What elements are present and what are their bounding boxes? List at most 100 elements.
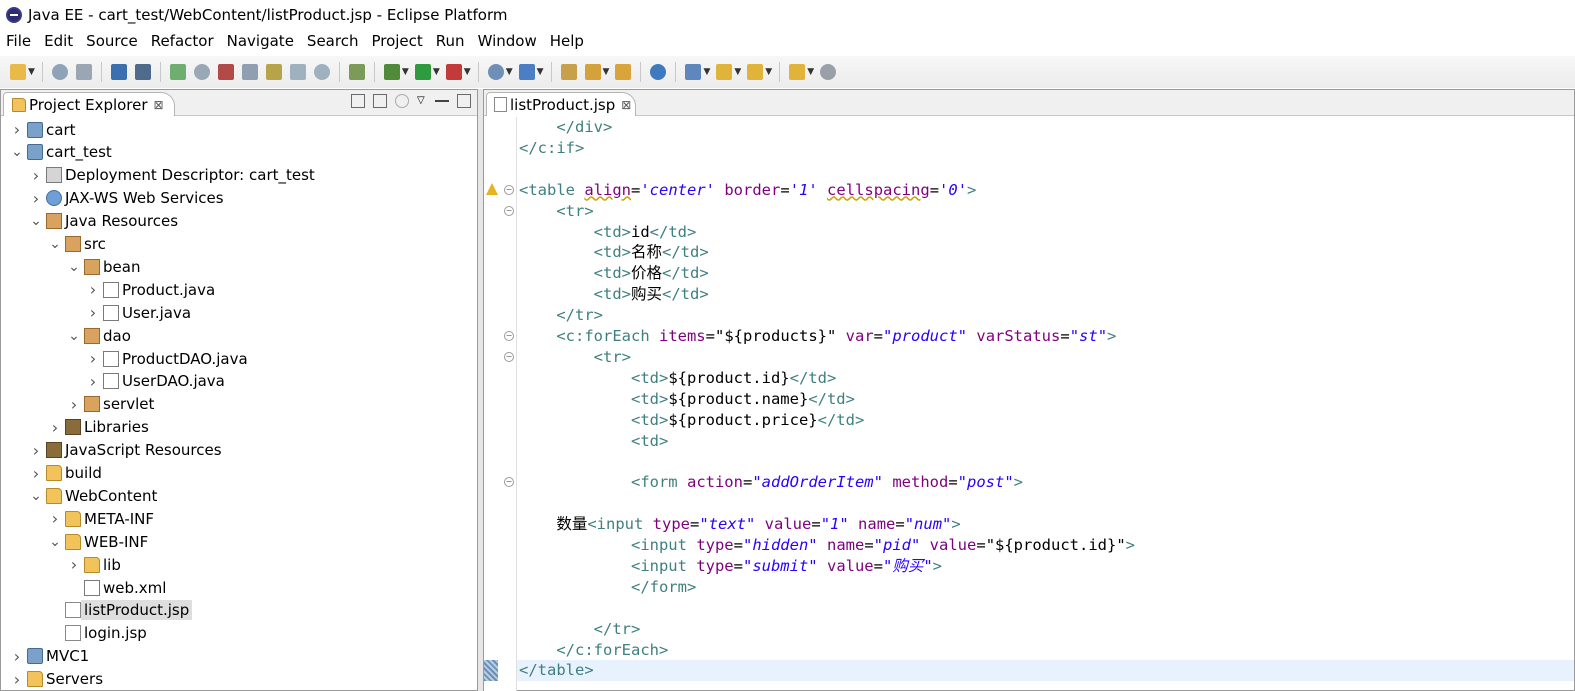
chevron-right-icon[interactable]: ›	[28, 166, 44, 185]
disconnect-icon[interactable]	[241, 64, 258, 80]
tree-item[interactable]: ⌄ bean	[66, 255, 140, 278]
code-line[interactable]: <td>${product.price}</td>	[517, 410, 1574, 431]
chevron-right-icon[interactable]: ›	[9, 120, 25, 139]
tree-item[interactable]: › UserDAO.java	[85, 370, 225, 393]
dropdown-arrow-icon[interactable]: ▼	[537, 67, 544, 77]
code-line[interactable]: </tr>	[517, 305, 1574, 326]
code-line[interactable]: <tr>	[517, 201, 1574, 222]
globe-icon[interactable]	[650, 64, 667, 80]
code-line[interactable]: 数量<input type="text" value="1" name="num…	[517, 514, 1574, 535]
view-menu-icon[interactable]: ▽	[417, 94, 427, 108]
chevron-right-icon[interactable]: ›	[85, 280, 101, 299]
menu-edit[interactable]: Edit	[44, 32, 73, 50]
code-editor[interactable]: </div> </c:if> <table align='center' borde…	[516, 117, 1574, 691]
tree-item[interactable]: login.jsp	[47, 622, 147, 645]
dropdown-arrow-icon[interactable]: ▼	[433, 67, 440, 77]
step-into-icon[interactable]	[265, 64, 282, 80]
new-icon[interactable]	[10, 64, 26, 80]
chevron-right-icon[interactable]: ›	[47, 509, 63, 528]
code-line[interactable]: </div>	[517, 117, 1574, 138]
tree-item[interactable]: › Product.java	[85, 278, 215, 301]
collapse-all-icon[interactable]	[351, 94, 365, 108]
forward-icon[interactable]	[820, 64, 837, 80]
dropdown-arrow-icon[interactable]: ▼	[464, 67, 471, 77]
chevron-down-icon[interactable]: ⌄	[28, 488, 44, 504]
minimize-icon[interactable]	[435, 100, 449, 108]
code-line[interactable]	[517, 451, 1574, 472]
tree-item[interactable]: › JavaScript Resources	[28, 439, 222, 462]
dropdown-arrow-icon[interactable]: ▼	[506, 67, 513, 77]
annotation-icon[interactable]	[685, 64, 702, 80]
code-line[interactable]: <c:forEach items="${products}" var="prod…	[517, 326, 1574, 347]
chevron-right-icon[interactable]: ›	[85, 372, 101, 391]
code-line[interactable]	[517, 493, 1574, 514]
tree-item[interactable]: › Libraries	[47, 416, 149, 439]
open-type-icon[interactable]	[560, 64, 577, 80]
tree-item[interactable]: web.xml	[66, 576, 166, 599]
save-icon[interactable]	[51, 64, 68, 80]
tree-item[interactable]: listProduct.jsp	[47, 599, 193, 622]
chevron-right-icon[interactable]: ›	[28, 441, 44, 460]
chevron-down-icon[interactable]: ⌄	[28, 213, 44, 229]
step-over-icon[interactable]	[289, 64, 306, 80]
tree-item[interactable]: ⌄ cart_test	[9, 141, 112, 164]
chevron-right-icon[interactable]: ›	[47, 418, 63, 437]
code-line[interactable]: <td>价格</td>	[517, 263, 1574, 284]
tree-item[interactable]: › lib	[66, 553, 121, 576]
step-return-icon[interactable]	[313, 64, 330, 80]
code-line[interactable]: <tr>	[517, 347, 1574, 368]
tree-item[interactable]: › META-INF	[47, 507, 154, 530]
tree-item[interactable]: › cart	[9, 118, 76, 141]
open-task-icon[interactable]	[584, 64, 601, 80]
code-line[interactable]: </tr>	[517, 619, 1574, 640]
code-line[interactable]: <form action="addOrderItem" method="post…	[517, 472, 1574, 493]
code-line[interactable]: <td>id</td>	[517, 222, 1574, 243]
menu-project[interactable]: Project	[371, 32, 422, 50]
fold-toggle-icon[interactable]: −	[504, 331, 514, 341]
code-line[interactable]: </table>	[517, 660, 1574, 682]
dropdown-arrow-icon[interactable]: ▼	[734, 67, 741, 77]
tab-listproduct-jsp[interactable]: listProduct.jsp ⊠	[486, 92, 636, 116]
code-line[interactable]: <td>购买</td>	[517, 284, 1574, 305]
fold-toggle-icon[interactable]: −	[504, 477, 514, 488]
tree-item[interactable]: › MVC1	[9, 645, 89, 668]
code-line[interactable]: <input type="submit" value="购买">	[517, 556, 1574, 577]
skip-breakpoints-icon[interactable]	[134, 64, 151, 80]
code-line[interactable]: <input type="hidden" name="pid" value="$…	[517, 535, 1574, 556]
chevron-right-icon[interactable]: ›	[66, 395, 82, 414]
chevron-down-icon[interactable]: ⌄	[47, 534, 63, 550]
debug-icon[interactable]	[383, 64, 400, 80]
warning-icon[interactable]	[486, 182, 498, 195]
tree-item[interactable]: › JAX-WS Web Services	[28, 187, 224, 210]
tree-item[interactable]: › Servers	[9, 668, 103, 691]
external-tools-icon[interactable]	[348, 64, 365, 80]
dropdown-arrow-icon[interactable]: ▼	[765, 67, 772, 77]
code-line[interactable]	[517, 598, 1574, 619]
close-icon[interactable]: ⊠	[154, 98, 164, 112]
menu-run[interactable]: Run	[436, 32, 465, 50]
maximize-icon[interactable]	[457, 94, 471, 108]
coverage-icon[interactable]	[445, 64, 462, 80]
menu-window[interactable]: Window	[478, 32, 537, 50]
fold-toggle-icon[interactable]: −	[504, 351, 514, 362]
menu-navigate[interactable]: Navigate	[227, 32, 294, 50]
menu-search[interactable]: Search	[307, 32, 359, 50]
next-annotation-icon[interactable]	[716, 64, 733, 80]
dropdown-arrow-icon[interactable]: ▼	[28, 67, 35, 77]
tree-item[interactable]: ⌄ WEB-INF	[47, 530, 148, 553]
new-class-icon[interactable]	[518, 64, 535, 80]
chevron-right-icon[interactable]: ›	[9, 670, 25, 689]
run-icon[interactable]	[414, 64, 431, 80]
link-with-editor-icon[interactable]	[373, 94, 387, 108]
chevron-right-icon[interactable]: ›	[28, 189, 44, 208]
chevron-right-icon[interactable]: ›	[66, 555, 82, 574]
code-line[interactable]: </c:forEach>	[517, 640, 1574, 661]
dropdown-arrow-icon[interactable]: ▼	[807, 67, 814, 77]
code-line[interactable]: <table align='center' border='1' cellspa…	[517, 180, 1574, 201]
dropdown-arrow-icon[interactable]: ▼	[603, 67, 610, 77]
chevron-down-icon[interactable]: ⌄	[66, 328, 82, 344]
editor-gutter[interactable]: − − − − −	[484, 117, 516, 691]
chevron-right-icon[interactable]: ›	[28, 464, 44, 483]
code-line[interactable]	[517, 159, 1574, 180]
chevron-down-icon[interactable]: ⌄	[66, 259, 82, 275]
